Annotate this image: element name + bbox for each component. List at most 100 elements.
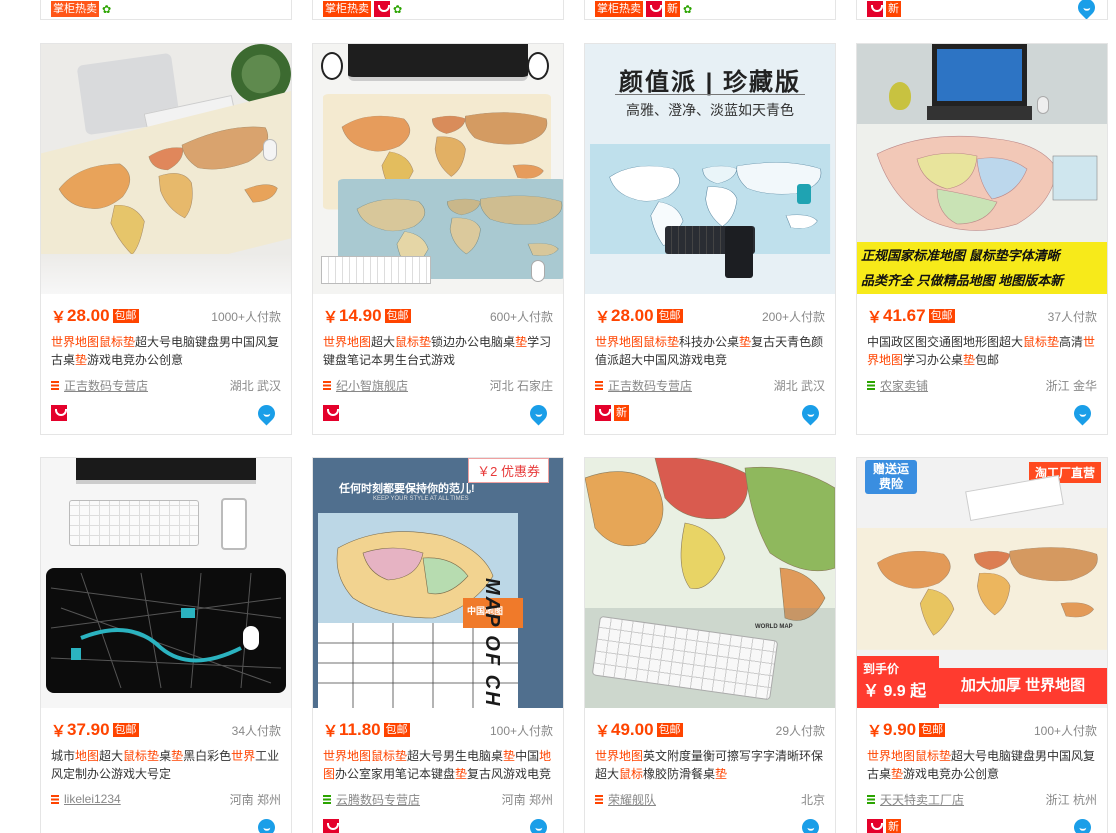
shop-link[interactable]: 云腾数码专营店 [323, 791, 420, 808]
tmall-icon[interactable] [51, 405, 67, 421]
tmall-icon[interactable] [323, 819, 339, 833]
title-segment: 世界 [231, 749, 256, 763]
hand-price-value: ￥ 9.9 起 [863, 683, 927, 700]
title-segment: 世界地图 [595, 749, 644, 763]
wangwang-chat-icon[interactable] [798, 400, 823, 426]
shop-link[interactable]: 纪小智旗舰店 [323, 377, 408, 394]
title-segment: 垫 [515, 335, 528, 349]
wangwang-chat-icon[interactable] [254, 400, 279, 426]
product-image[interactable]: 赠送运费险 淘工厂直营 到手价 ￥ 9.9 起 加大加厚 世界地图 [857, 458, 1107, 708]
side-title: MAP OF CHINA [481, 578, 503, 708]
currency-symbol: ￥ [595, 722, 611, 740]
product-image[interactable]: 正规国家标准地图 鼠标垫字体清晰 品类齐全 只做精品地图 地图版本新 [857, 44, 1107, 294]
product-card[interactable]: 正规国家标准地图 鼠标垫字体清晰 品类齐全 只做精品地图 地图版本新 ￥ 41.… [856, 43, 1108, 435]
product-title-link[interactable]: 世界地图鼠标垫科技办公桌垫复古天青色颜值派超大中国风游戏电竞 [595, 333, 825, 369]
product-card[interactable]: 颜值派 | 珍藏版 高雅、澄净、淡蓝如天青色 ￥ 28.00 包邮 200+人付… [584, 43, 836, 435]
title-segment: 鼠标垫 [643, 335, 680, 349]
product-title-link[interactable]: 世界地图鼠标垫超大号男生电脑桌垫中国地图办公室家用笔记本键盘垫复古风游戏电竞 [323, 747, 553, 783]
shop-link[interactable]: 荣耀舰队 [595, 791, 656, 808]
mouse-image [243, 626, 259, 650]
price: ￥ 41.67 包邮 [867, 306, 955, 327]
product-title-link[interactable]: 中国政区图交通图地形图超大鼠标垫高清世界地图学习办公桌垫包邮 [867, 333, 1097, 369]
hot-sale-badge: 掌柜热卖 [323, 1, 371, 17]
gift-icon: ✿ [683, 3, 693, 16]
title-segment: 鼠标 [619, 767, 644, 781]
product-card[interactable]: 赠送运费险 淘工厂直营 到手价 ￥ 9.9 起 加大加厚 世界地图 ￥ 9.90… [856, 457, 1108, 833]
wangwang-chat-icon[interactable] [1074, 0, 1099, 19]
price: ￥ 37.90 包邮 [51, 720, 139, 741]
free-shipping-badge: 包邮 [384, 309, 411, 323]
price-value: 41.67 [883, 306, 926, 325]
wangwang-chat-icon[interactable] [526, 814, 551, 833]
product-title-link[interactable]: 世界地图英文附度量衡可擦写字字清晰环保超大鼠标橡胶防滑餐桌垫 [595, 747, 825, 783]
product-image[interactable]: ￥2 优惠券 任何时刻都要保持你的范儿! KEEP YOUR STYLE AT … [313, 458, 563, 708]
currency-symbol: ￥ [51, 722, 67, 740]
title-segment: 垫 [715, 767, 728, 781]
wangwang-chat-icon[interactable] [526, 400, 551, 426]
shop-link[interactable]: 正吉数码专营店 [595, 377, 692, 394]
map-label: WORLD MAP [755, 624, 793, 630]
product-image[interactable] [41, 458, 291, 708]
product-title-link[interactable]: 世界地图超大鼠标垫锁边办公电脑桌垫学习键盘笔记本男生台式游戏 [323, 333, 553, 369]
service-badges [323, 405, 339, 421]
deal-count: 600+人付款 [489, 309, 553, 324]
wangwang-chat-icon[interactable] [798, 814, 823, 833]
title-segment: 游戏电竞办公创意 [903, 767, 1000, 781]
partial-card-1[interactable]: 掌柜热卖 ✿ [40, 0, 292, 20]
shop-link[interactable]: likelei1234 [51, 792, 121, 806]
tmall-icon [867, 1, 883, 17]
location: 湖北 武汉 [773, 378, 825, 393]
price: ￥ 9.90 包邮 [867, 720, 946, 741]
title-segment: 地图 [75, 749, 100, 763]
title-segment: 垫 [455, 767, 468, 781]
wangwang-chat-icon[interactable] [254, 814, 279, 833]
title-segment: 鼠标垫 [1023, 335, 1060, 349]
promo-line-2: 品类齐全 只做精品地图 地图版本新 [861, 273, 1064, 288]
product-image[interactable] [313, 44, 563, 294]
title-segment: 鼠标垫 [395, 335, 432, 349]
title-segment: 办公室家用笔记本键盘 [335, 767, 456, 781]
tmall-icon[interactable] [323, 405, 339, 421]
product-card[interactable]: ￥2 优惠券 任何时刻都要保持你的范儿! KEEP YOUR STYLE AT … [312, 457, 564, 833]
product-title-link[interactable]: 世界地图鼠标垫超大号电脑键盘男中国风复古桌垫游戏电竞办公创意 [867, 747, 1097, 783]
shop-name: likelei1234 [64, 792, 121, 806]
product-image[interactable]: 颜值派 | 珍藏版 高雅、澄净、淡蓝如天青色 [585, 44, 835, 294]
currency-symbol: ￥ [323, 308, 339, 326]
title-segment: 鼠标垫 [371, 749, 408, 763]
title-segment: 鼠标垫 [123, 749, 160, 763]
product-card[interactable]: ￥ 37.90 包邮 34人付款 城市地图超大鼠标垫桌垫黑白彩色世界工业风定制办… [40, 457, 292, 833]
shop-link[interactable]: 正吉数码专营店 [51, 377, 148, 394]
shop-icon [51, 794, 59, 804]
world-map-pad [590, 144, 831, 254]
title-segment: 超大 [371, 335, 396, 349]
tmall-icon[interactable] [595, 405, 611, 421]
product-card[interactable]: ￥ 14.90 包邮 600+人付款 世界地图超大鼠标垫锁边办公电脑桌垫学习键盘… [312, 43, 564, 435]
wangwang-chat-icon[interactable] [1070, 814, 1095, 833]
product-title-link[interactable]: 城市地图超大鼠标垫桌垫黑白彩色世界工业风定制办公游戏大号定 [51, 747, 281, 783]
title-segment: 垫 [891, 767, 904, 781]
partial-card-3[interactable]: 掌柜热卖 新 ✿ [584, 0, 836, 20]
tmall-icon[interactable] [867, 819, 883, 833]
service-badges: 新 [595, 405, 629, 421]
price-value: 28.00 [67, 306, 110, 325]
partial-card-4[interactable]: 新 [856, 0, 1108, 20]
shop-name: 荣耀舰队 [608, 792, 657, 807]
product-image[interactable]: WORLD MAP [585, 458, 835, 708]
currency-symbol: ￥ [867, 308, 883, 326]
city-map-pad [46, 568, 286, 693]
title-segment: 包邮 [975, 353, 1000, 367]
product-card[interactable]: WORLD MAP ￥ 49.00 包邮 29人付款 世界地图英文附度量衡可擦写… [584, 457, 836, 833]
deal-count: 29人付款 [775, 723, 825, 738]
deal-count: 37人付款 [1047, 309, 1097, 324]
shop-link[interactable]: 天天特卖工厂店 [867, 791, 964, 808]
title-segment: 世界地图 [323, 335, 372, 349]
product-image[interactable] [41, 44, 291, 294]
product-card[interactable]: ￥ 28.00 包邮 1000+人付款 世界地图鼠标垫超大号电脑键盘男中国风复古… [40, 43, 292, 435]
partial-card-2[interactable]: 掌柜热卖 ✿ [312, 0, 564, 20]
product-title-link[interactable]: 世界地图鼠标垫超大号电脑键盘男中国风复古桌垫游戏电竞办公创意 [51, 333, 281, 369]
title-segment: 橡胶防滑餐桌 [643, 767, 716, 781]
shop-link[interactable]: 农家卖铺 [867, 377, 928, 394]
title-segment: 世界地图 [595, 335, 644, 349]
price-value: 11.80 [339, 720, 381, 739]
wangwang-chat-icon[interactable] [1070, 400, 1095, 426]
